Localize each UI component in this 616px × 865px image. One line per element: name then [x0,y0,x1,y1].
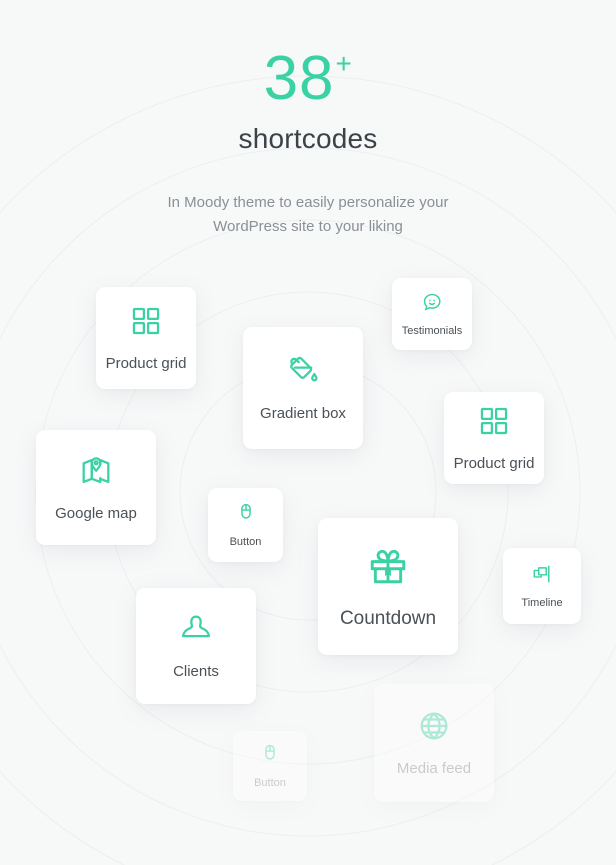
shortcode-card-product-grid-right[interactable]: Product grid [444,392,544,484]
shortcode-card-label: Clients [173,663,219,680]
mouse-icon [235,502,257,524]
grid-icon [129,304,163,338]
shortcode-card-media-feed[interactable]: Media feed [374,684,494,802]
shortcode-card-label: Gradient box [260,405,346,422]
shortcode-card-label: Media feed [396,760,472,777]
shortcode-card-button-mid[interactable]: Button [208,488,283,562]
count-plus-sign: + [335,48,353,79]
subtitle-line-1: In Moody theme to easily personalize you… [167,194,449,211]
shortcode-card-button-bottom[interactable]: Button [233,731,307,801]
flag-timeline-icon [531,563,553,585]
paint-bucket-icon [286,354,320,388]
globe-icon [417,709,451,743]
chat-smiley-icon [421,291,443,313]
shortcode-card-timeline[interactable]: Timeline [503,548,581,624]
shortcode-card-label: Product grid [105,355,187,372]
subtitle-line-2: WordPress site to your liking [213,218,403,235]
shortcode-card-countdown[interactable]: Countdown [318,518,458,655]
gift-icon [366,544,410,588]
shortcode-card-label: Countdown [339,607,437,629]
shortcode-card-clients[interactable]: Clients [136,588,256,704]
shortcode-card-testimonials[interactable]: Testimonials [392,278,472,350]
shortcode-card-label: Button [254,777,286,789]
shortcode-card-label: Testimonials [401,325,463,337]
user-icon [179,612,213,646]
shortcode-count: 38+ [0,48,616,110]
page-title: shortcodes [238,123,378,154]
shortcode-card-label: Google map [55,504,137,522]
shortcode-card-product-grid-left[interactable]: Product grid [96,287,196,389]
map-pin-icon [79,454,113,488]
count-number: 38 [263,44,335,113]
mouse-icon [259,743,281,765]
grid-icon [477,404,511,438]
section-header: 38+ shortcodes In Moody theme to easily … [0,0,616,239]
shortcode-card-gradient-box[interactable]: Gradient box [243,327,363,449]
shortcode-card-label: Timeline [521,597,563,609]
shortcode-card-label: Button [229,536,262,548]
shortcode-card-google-map[interactable]: Google map [36,430,156,545]
shortcode-card-label: Product grid [453,455,535,472]
section-subtitle: In Moody theme to easily personalize you… [0,191,616,239]
shortcodes-showcase-section: 38+ shortcodes In Moody theme to easily … [0,0,616,865]
